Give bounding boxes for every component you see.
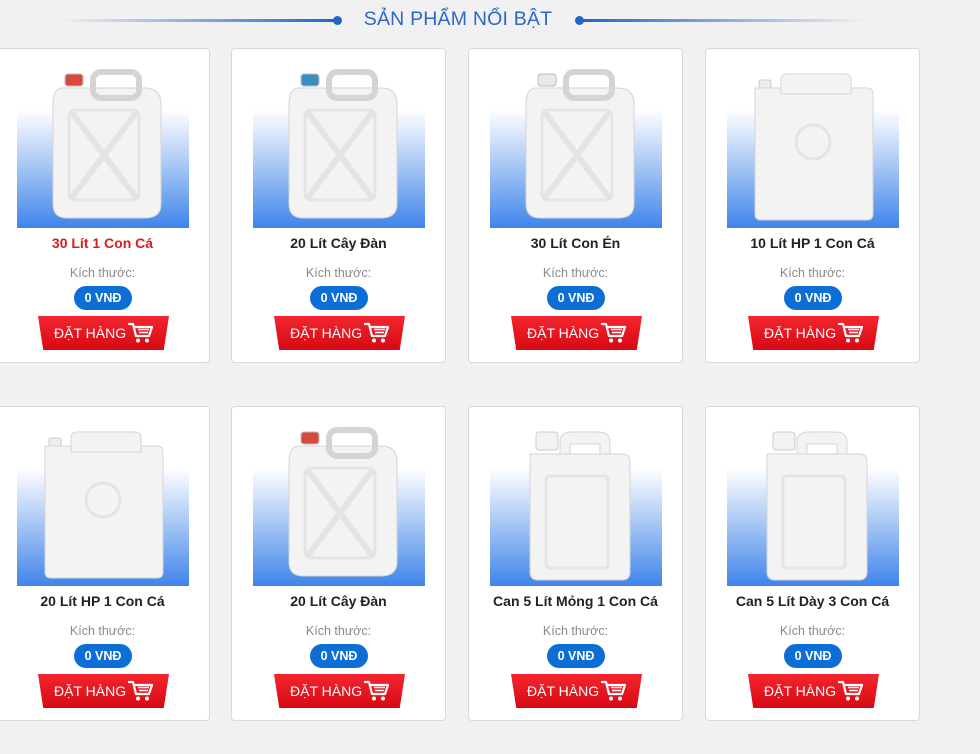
price-badge: 0 VNĐ — [74, 286, 132, 310]
product-image[interactable] — [727, 422, 899, 586]
product-name[interactable]: Can 5 Lít Mỏng 1 Con Cá — [469, 593, 682, 609]
product-name[interactable]: 20 Lít Cây Đàn — [232, 593, 445, 609]
cart-icon — [128, 680, 154, 701]
product-image[interactable] — [490, 64, 662, 228]
product-image[interactable] — [17, 64, 189, 228]
cart-icon — [838, 680, 864, 701]
order-button[interactable]: ĐẶT HÀNG — [274, 316, 405, 350]
price-badge: 0 VNĐ — [784, 644, 842, 668]
order-button-label: ĐẶT HÀNG — [290, 325, 363, 341]
order-button-label: ĐẶT HÀNG — [54, 683, 127, 699]
order-button[interactable]: ĐẶT HÀNG — [38, 316, 169, 350]
section-title: SẢN PHẨM NỔI BẬT — [363, 8, 553, 30]
order-button-label: ĐẶT HÀNG — [764, 325, 837, 341]
product-card[interactable]: 20 Lít Cây Đàn Kích thước: 0 VNĐ ĐẶT HÀN… — [231, 406, 446, 721]
product-card[interactable]: Can 5 Lít Mỏng 1 Con Cá Kích thước: 0 VN… — [468, 406, 683, 721]
canister-illustration — [288, 69, 398, 219]
price-badge: 0 VNĐ — [310, 644, 368, 668]
heading-line-left — [60, 19, 336, 22]
product-card[interactable]: Can 5 Lít Dày 3 Con Cá Kích thước: 0 VNĐ… — [705, 406, 920, 721]
cart-icon — [601, 322, 627, 343]
size-label: Kích thước: — [305, 624, 372, 638]
product-name[interactable]: 20 Lít HP 1 Con Cá — [0, 593, 209, 609]
cart-icon — [364, 322, 390, 343]
product-image[interactable] — [253, 64, 425, 228]
canister-illustration — [754, 73, 874, 221]
cart-icon — [601, 680, 627, 701]
size-label: Kích thước: — [542, 266, 609, 280]
price-badge: 0 VNĐ — [547, 286, 605, 310]
section-heading: SẢN PHẨM NỔI BẬT — [0, 0, 980, 44]
size-label: Kích thước: — [779, 624, 846, 638]
order-button[interactable]: ĐẶT HÀNG — [38, 674, 169, 708]
order-button[interactable]: ĐẶT HÀNG — [274, 674, 405, 708]
product-name[interactable]: 10 Lít HP 1 Con Cá — [706, 235, 919, 251]
size-label: Kích thước: — [69, 624, 136, 638]
order-button[interactable]: ĐẶT HÀNG — [511, 674, 642, 708]
product-image[interactable] — [727, 64, 899, 228]
canister-illustration — [525, 69, 635, 219]
product-image[interactable] — [253, 422, 425, 586]
canister-illustration — [52, 69, 162, 219]
product-card[interactable]: 10 Lít HP 1 Con Cá Kích thước: 0 VNĐ ĐẶT… — [705, 48, 920, 363]
price-badge: 0 VNĐ — [547, 644, 605, 668]
order-button-label: ĐẶT HÀNG — [54, 325, 127, 341]
canister-illustration — [766, 431, 868, 581]
order-button[interactable]: ĐẶT HÀNG — [511, 316, 642, 350]
order-button-label: ĐẶT HÀNG — [527, 683, 600, 699]
order-button-label: ĐẶT HÀNG — [527, 325, 600, 341]
canister-illustration — [44, 431, 164, 579]
canister-illustration — [529, 431, 631, 581]
heading-dot-left — [333, 16, 342, 25]
product-name[interactable]: Can 5 Lít Dày 3 Con Cá — [706, 593, 919, 609]
product-card[interactable]: 30 Lít 1 Con Cá Kích thước: 0 VNĐ ĐẶT HÀ… — [0, 48, 210, 363]
product-card[interactable]: 20 Lít HP 1 Con Cá Kích thước: 0 VNĐ ĐẶT… — [0, 406, 210, 721]
cart-icon — [364, 680, 390, 701]
product-image[interactable] — [490, 422, 662, 586]
product-card[interactable]: 20 Lít Cây Đàn Kích thước: 0 VNĐ ĐẶT HÀN… — [231, 48, 446, 363]
size-label: Kích thước: — [69, 266, 136, 280]
price-badge: 0 VNĐ — [784, 286, 842, 310]
product-name[interactable]: 30 Lít 1 Con Cá — [0, 235, 209, 251]
cart-icon — [128, 322, 154, 343]
heading-line-right — [580, 19, 866, 22]
size-label: Kích thước: — [305, 266, 372, 280]
product-name[interactable]: 20 Lít Cây Đàn — [232, 235, 445, 251]
cart-icon — [838, 322, 864, 343]
order-button[interactable]: ĐẶT HÀNG — [748, 316, 879, 350]
order-button[interactable]: ĐẶT HÀNG — [748, 674, 879, 708]
price-badge: 0 VNĐ — [310, 286, 368, 310]
product-card[interactable]: 30 Lít Con Én Kích thước: 0 VNĐ ĐẶT HÀNG — [468, 48, 683, 363]
size-label: Kích thước: — [542, 624, 609, 638]
order-button-label: ĐẶT HÀNG — [290, 683, 363, 699]
price-badge: 0 VNĐ — [74, 644, 132, 668]
product-image[interactable] — [17, 422, 189, 586]
canister-illustration — [288, 427, 398, 577]
order-button-label: ĐẶT HÀNG — [764, 683, 837, 699]
size-label: Kích thước: — [779, 266, 846, 280]
product-name[interactable]: 30 Lít Con Én — [469, 235, 682, 251]
